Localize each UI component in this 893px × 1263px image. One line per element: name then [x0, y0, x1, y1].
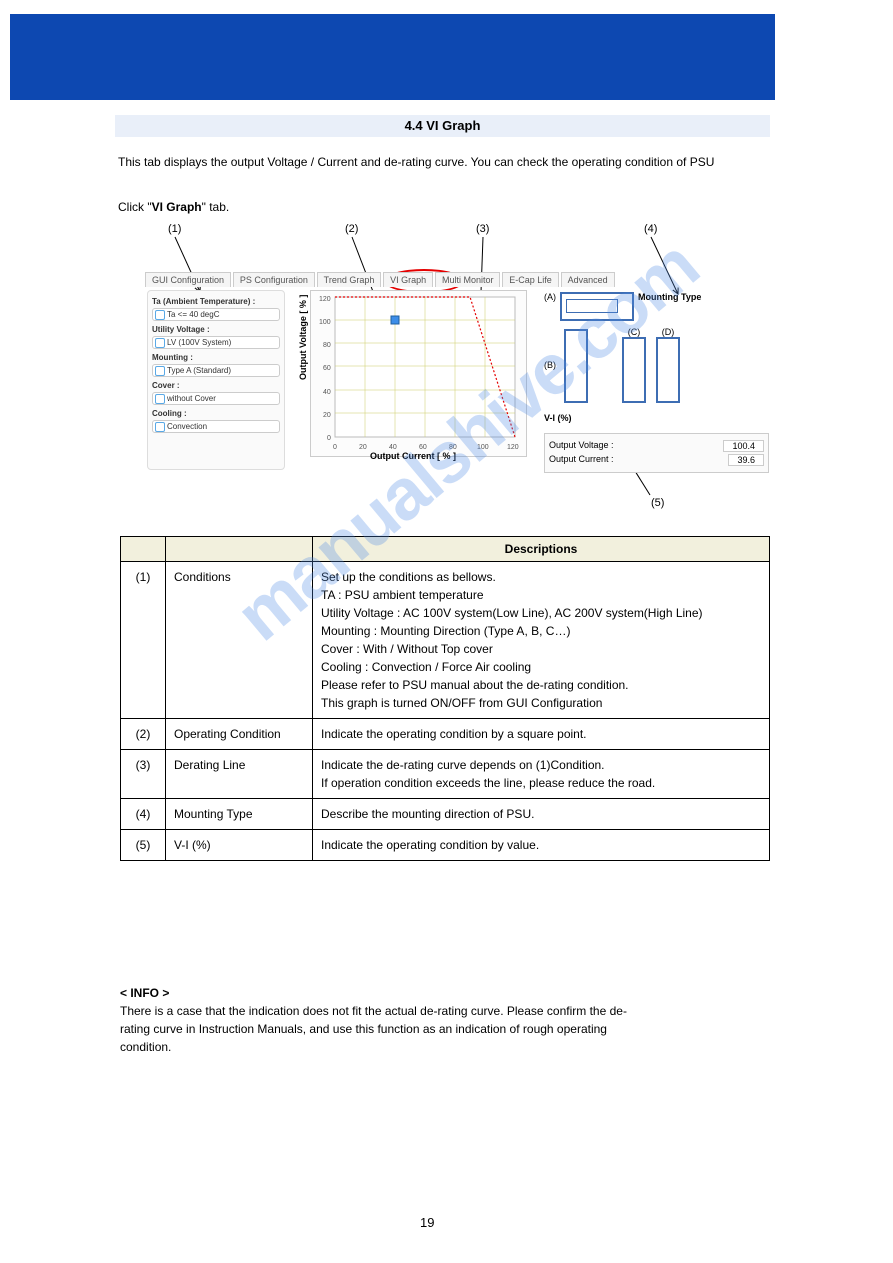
tab-instruction-pre: Click " [118, 200, 152, 214]
annot-4: (4) [644, 223, 657, 235]
mnt-select[interactable]: Type A (Standard) [152, 364, 280, 377]
vi-chart: 120 100 80 60 40 20 0 0 20 40 60 80 100 120 [310, 290, 527, 457]
table-row: (2) Operating Condition Indicate the ope… [121, 719, 770, 750]
cell-n: (3) [121, 750, 166, 799]
mount-type-d-icon [656, 337, 680, 403]
annot-5: (5) [651, 497, 664, 509]
vi-title: V-I (%) [544, 413, 769, 423]
svg-text:40: 40 [389, 444, 397, 451]
vi-chart-svg: 120 100 80 60 40 20 0 0 20 40 60 80 100 120 [311, 291, 526, 456]
page-number: 19 [420, 1215, 434, 1230]
cell-n: (2) [121, 719, 166, 750]
tab-ps-configuration[interactable]: PS Configuration [233, 272, 315, 287]
cell-label: Conditions [166, 562, 313, 719]
cell-label: V-I (%) [166, 830, 313, 861]
ov-label: Output Voltage : [549, 440, 614, 452]
mount-type-c-icon [622, 337, 646, 403]
th-label [166, 537, 313, 562]
tab-vi-graph[interactable]: VI Graph [383, 272, 433, 287]
svg-text:20: 20 [359, 444, 367, 451]
table-row: (3) Derating Line Indicate the de-rating… [121, 750, 770, 799]
section-intro: This tab displays the output Voltage / C… [118, 155, 758, 169]
uv-label: Utility Voltage : [152, 325, 280, 334]
cell-n: (4) [121, 799, 166, 830]
oc-label: Output Current : [549, 454, 614, 466]
svg-text:0: 0 [333, 444, 337, 451]
cell-desc: Indicate the operating condition by valu… [313, 830, 770, 861]
label-d: (D) [662, 327, 675, 337]
svg-text:120: 120 [507, 444, 519, 451]
uv-select[interactable]: LV (100V System) [152, 336, 280, 349]
table-row: (1) Conditions Set up the conditions as … [121, 562, 770, 719]
ta-label: Ta (Ambient Temperature) : [152, 297, 280, 306]
table-row: (5) V-I (%) Indicate the operating condi… [121, 830, 770, 861]
cell-n: (5) [121, 830, 166, 861]
description-table: Descriptions (1) Conditions Set up the c… [120, 536, 770, 861]
svg-text:40: 40 [323, 389, 331, 396]
tab-advanced[interactable]: Advanced [561, 272, 615, 287]
cell-desc: Indicate the operating condition by a sq… [313, 719, 770, 750]
svg-text:120: 120 [319, 296, 331, 303]
svg-text:60: 60 [419, 444, 427, 451]
svg-text:0: 0 [327, 435, 331, 442]
mounting-type-label: Mounting Type [638, 292, 769, 302]
th-desc: Descriptions [313, 537, 770, 562]
svg-text:80: 80 [323, 342, 331, 349]
svg-text:20: 20 [323, 412, 331, 419]
annot-3: (3) [476, 223, 489, 235]
table-header: Descriptions [121, 537, 770, 562]
svg-text:100: 100 [477, 444, 489, 451]
tab-gui-configuration[interactable]: GUI Configuration [145, 272, 231, 287]
tab-multi-monitor[interactable]: Multi Monitor [435, 272, 501, 287]
ta-select[interactable]: Ta <= 40 degC [152, 308, 280, 321]
section-title: 4.4 VI Graph [115, 115, 770, 137]
cell-label: Derating Line [166, 750, 313, 799]
mnt-label: Mounting : [152, 353, 280, 362]
tab-instruction: Click "VI Graph" tab. [118, 200, 229, 214]
tab-bar: GUI Configuration PS Configuration Trend… [145, 272, 614, 287]
cell-label: Operating Condition [166, 719, 313, 750]
annot-1: (1) [168, 223, 181, 235]
table-row: (4) Mounting Type Describe the mounting … [121, 799, 770, 830]
tab-ecap-life[interactable]: E-Cap Life [502, 272, 559, 287]
header-bar [10, 14, 775, 100]
label-c: (C) [628, 327, 641, 337]
cov-select[interactable]: without Cover [152, 392, 280, 405]
footer-note: < INFO > There is a case that the indica… [120, 984, 760, 1056]
cell-label: Mounting Type [166, 799, 313, 830]
th-num [121, 537, 166, 562]
svg-text:80: 80 [449, 444, 457, 451]
svg-text:100: 100 [319, 319, 331, 326]
cov-label: Cover : [152, 381, 280, 390]
cell-n: (1) [121, 562, 166, 719]
mount-type-a-icon [560, 292, 634, 321]
mounting-panel: (A) Mounting Type (B) (C) (D) V-I (%) Ou… [544, 292, 769, 462]
cell-desc: Indicate the de-rating curve depends on … [313, 750, 770, 799]
tab-instruction-post: " tab. [202, 200, 230, 214]
annot-2: (2) [345, 223, 358, 235]
mount-type-b-icon [564, 329, 588, 403]
label-b: (B) [544, 360, 556, 370]
ov-value: 100.4 [723, 440, 764, 452]
cell-desc: Describe the mounting direction of PSU. [313, 799, 770, 830]
tab-instruction-name: VI Graph [152, 200, 202, 214]
tab-trend-graph[interactable]: Trend Graph [317, 272, 382, 287]
cell-desc: Set up the conditions as bellows. TA : P… [313, 562, 770, 719]
footer-label: < INFO > [120, 986, 169, 1000]
oc-value: 39.6 [728, 454, 764, 466]
chart-ylabel: Output Voltage [ % ] [298, 295, 308, 380]
cool-label: Cooling : [152, 409, 280, 418]
cool-select[interactable]: Convection [152, 420, 280, 433]
label-a: (A) [544, 292, 556, 302]
svg-text:60: 60 [323, 365, 331, 372]
vi-values-box: Output Voltage : 100.4 Output Current : 39… [544, 433, 769, 473]
chart-xlabel: Output Current [ % ] [370, 451, 456, 461]
conditions-panel: Ta (Ambient Temperature) : Ta <= 40 degC… [147, 290, 285, 470]
